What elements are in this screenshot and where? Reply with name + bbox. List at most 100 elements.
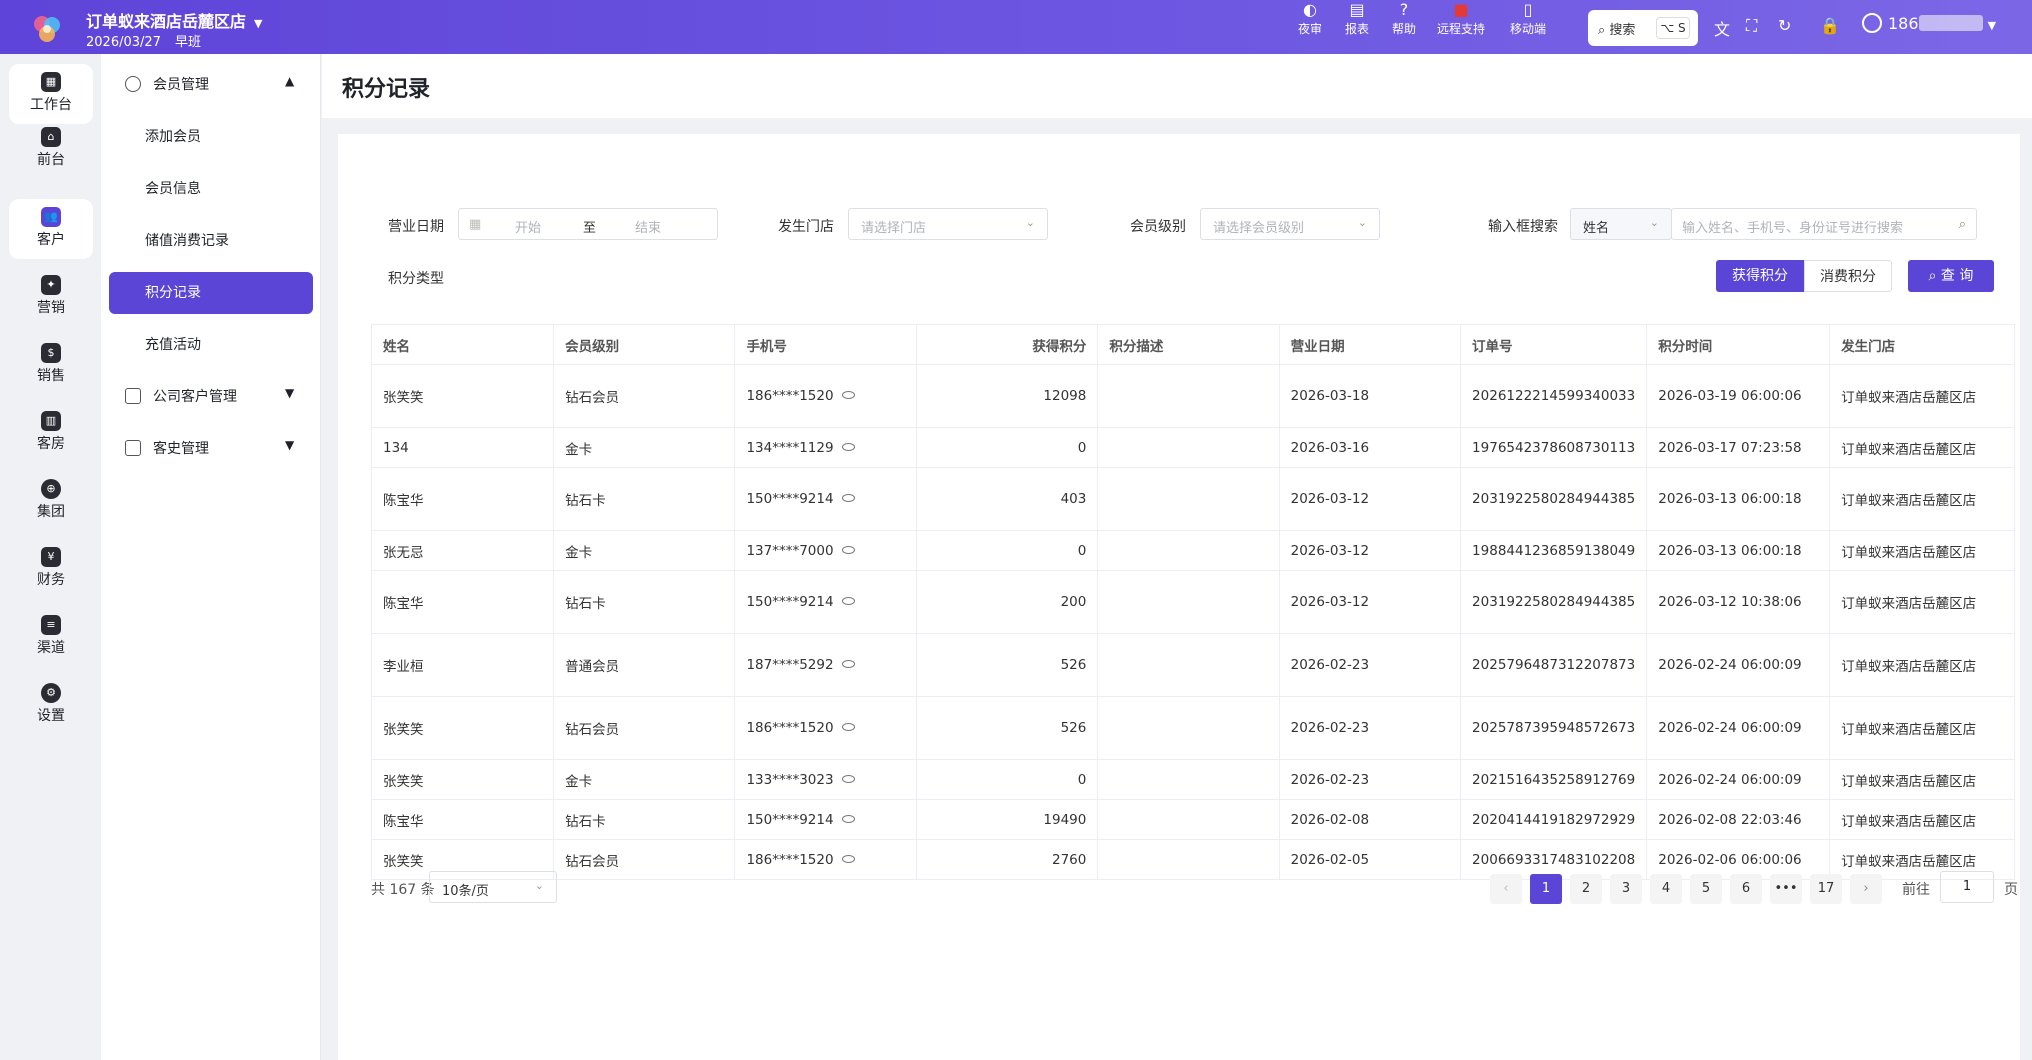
report-button[interactable]: ▤ 报表 — [1345, 0, 1369, 37]
eye-icon[interactable] — [841, 545, 855, 554]
cell-store: 订单蚁来酒店岳麓区店 — [1829, 799, 2015, 840]
rail-item-front-desk[interactable]: ⌂ 前台 — [9, 119, 93, 179]
cell-phone: 137****7000 — [734, 530, 918, 571]
rail-item-workbench[interactable]: ▦ 工作台 — [9, 64, 93, 124]
search-field-select[interactable]: 姓名 ⌄ — [1570, 208, 1672, 240]
page-button-5[interactable]: 5 — [1690, 874, 1722, 904]
support-icon: ■ — [1453, 0, 1469, 19]
nav-item-member-info[interactable]: 会员信息 — [109, 168, 313, 210]
query-button[interactable]: ⌕ 查 询 — [1908, 260, 1994, 292]
nav-item-recharge-activity[interactable]: 充值活动 — [109, 324, 313, 366]
translate-icon[interactable]: 文 — [1714, 16, 1730, 40]
page-button-1[interactable]: 1 — [1530, 874, 1562, 904]
eye-icon[interactable] — [841, 494, 855, 502]
user-menu[interactable]: 186 ▼ — [1862, 13, 1996, 33]
nav-group-member-mgmt[interactable]: 会员管理 ▲ — [125, 74, 294, 94]
chevron-down-icon: ⌄ — [1025, 216, 1035, 229]
page-button-3[interactable]: 3 — [1610, 874, 1642, 904]
search-by-label: 输入框搜索 — [1488, 219, 1558, 235]
night-audit-button[interactable]: ◐ 夜审 — [1298, 0, 1322, 37]
cell-points-time: 2026-03-17 07:23:58 — [1646, 427, 1831, 468]
page-size-select[interactable]: 10条/页 ⌄ — [429, 871, 557, 903]
member-level-select[interactable]: 请选择会员级别 ⌄ — [1200, 208, 1380, 240]
eye-icon[interactable] — [841, 723, 855, 731]
page-ellipsis[interactable]: ••• — [1770, 874, 1802, 904]
eye-icon[interactable] — [841, 854, 855, 863]
marketing-icon: ✦ — [41, 275, 61, 295]
mobile-button[interactable]: ▯ 移动端 — [1510, 0, 1546, 37]
page-button-6[interactable]: 6 — [1730, 874, 1762, 904]
mobile-icon: ▯ — [1523, 0, 1533, 19]
spend-points-toggle[interactable]: 消费积分 — [1804, 260, 1892, 292]
next-page-button[interactable]: › — [1850, 874, 1882, 904]
goto-label: 前往 — [1902, 882, 1930, 898]
remote-support-button[interactable]: ■ 远程支持 — [1437, 0, 1485, 37]
goto-page-input[interactable]: 1 — [1940, 871, 1994, 903]
table-row: 陈宝华 钻石卡 150****9214 403 2026-03-12 2031922580… — [370, 467, 2015, 531]
cell-points: 0 — [916, 427, 1099, 468]
cell-business-date: 2026-02-23 — [1278, 633, 1462, 697]
rail-item-customer[interactable]: 👥 客户 — [9, 199, 93, 259]
rail-item-finance[interactable]: ¥ 财务 — [9, 539, 93, 599]
search-icon[interactable]: ⌕ — [1959, 217, 1966, 232]
cell-store: 订单蚁来酒店岳麓区店 — [1829, 759, 2015, 800]
cell-phone: 187****5292 — [734, 633, 918, 697]
eye-icon[interactable] — [841, 660, 855, 668]
cell-name: 陈宝华 — [370, 467, 555, 531]
nav-item-stored-value[interactable]: 储值消费记录 — [109, 220, 313, 262]
business-date-range[interactable]: ▦ 开始 至 结束 — [458, 208, 718, 240]
page-header: 积分记录 — [322, 54, 2032, 118]
redacted-phone — [1918, 15, 1983, 31]
eye-icon[interactable] — [841, 391, 855, 399]
moon-icon: ◐ — [1303, 0, 1317, 19]
nav-group-guest-history[interactable]: 客史管理 ▼ — [125, 438, 294, 458]
eye-icon[interactable] — [841, 442, 855, 451]
rail-item-settings[interactable]: ⚙ 设置 — [9, 675, 93, 735]
global-search[interactable]: ⌕ 搜索 ⌥ S — [1588, 10, 1698, 46]
cell-phone: 186****1520 — [734, 364, 918, 428]
eye-icon[interactable] — [841, 814, 855, 823]
table-row: 陈宝华 钻石卡 150****9214 19490 2026-02-08 20204144… — [370, 799, 2015, 840]
nav-group-company-client[interactable]: 公司客户管理 ▼ — [125, 386, 294, 406]
eye-icon[interactable] — [841, 597, 855, 605]
help-icon: ? — [1399, 0, 1409, 19]
chevron-down-icon: ▼ — [1987, 19, 1997, 32]
cell-points: 403 — [916, 467, 1099, 531]
page-button-17[interactable]: 17 — [1810, 874, 1842, 904]
top-bar: 订单蚁来酒店岳麓区店 ▼ 2026/03/27 早班 ◐ 夜审 ▤ 报表 ? 帮助 ■ 远程… — [0, 0, 2032, 54]
fullscreen-icon[interactable]: ⛶ — [1746, 16, 1757, 36]
start-date-input[interactable]: 开始 — [515, 217, 541, 236]
rail-item-sales[interactable]: $ 销售 — [9, 335, 93, 395]
cell-points-time: 2026-03-13 06:00:18 — [1646, 530, 1831, 571]
rail-item-group[interactable]: ⊕ 集团 — [9, 471, 93, 531]
chevron-down-icon: ▼ — [285, 438, 295, 452]
page-button-4[interactable]: 4 — [1650, 874, 1682, 904]
settings-icon: ⚙ — [41, 683, 61, 703]
rail-item-rooms[interactable]: ▥ 客房 — [9, 403, 93, 463]
store-select[interactable]: 请选择门店 ⌄ — [848, 208, 1048, 240]
nav-item-add-member[interactable]: 添加会员 — [109, 116, 313, 158]
eye-icon[interactable] — [841, 774, 855, 783]
cell-points-time: 2026-03-13 06:00:18 — [1646, 467, 1831, 531]
hotel-selector[interactable]: 订单蚁来酒店岳麓区店 ▼ — [86, 8, 262, 32]
end-date-input[interactable]: 结束 — [635, 217, 661, 236]
table-row: 陈宝华 钻石卡 150****9214 200 2026-03-12 2031922580… — [370, 570, 2015, 634]
lock-icon[interactable]: 🔒 — [1820, 16, 1840, 35]
prev-page-button[interactable]: ‹ — [1490, 874, 1522, 904]
member-level-label: 会员级别 — [1130, 219, 1186, 235]
page-button-2[interactable]: 2 — [1570, 874, 1602, 904]
table-row: 张笑笑 钻石会员 186****1520 526 2026-02-23 202578739… — [370, 696, 2015, 760]
chart-icon: ▤ — [1349, 0, 1365, 19]
cell-points-time: 2026-02-24 06:00:09 — [1646, 633, 1831, 697]
search-shortcut: ⌥ S — [1656, 17, 1690, 39]
help-button[interactable]: ? 帮助 — [1392, 0, 1416, 37]
rail-item-marketing[interactable]: ✦ 营销 — [9, 267, 93, 327]
refresh-icon[interactable]: ↻ — [1778, 16, 1791, 35]
nav-item-points-record[interactable]: 积分记录 — [109, 272, 313, 314]
rail-item-channel[interactable]: ≡ 渠道 — [9, 607, 93, 667]
cell-business-date: 2026-03-12 — [1278, 467, 1462, 531]
room-icon: ▥ — [41, 411, 61, 431]
keyword-search-input[interactable]: 输入姓名、手机号、身份证号进行搜索 ⌕ — [1671, 208, 1977, 240]
col-points-time: 积分时间 — [1646, 324, 1831, 365]
earn-points-toggle[interactable]: 获得积分 — [1716, 260, 1804, 292]
